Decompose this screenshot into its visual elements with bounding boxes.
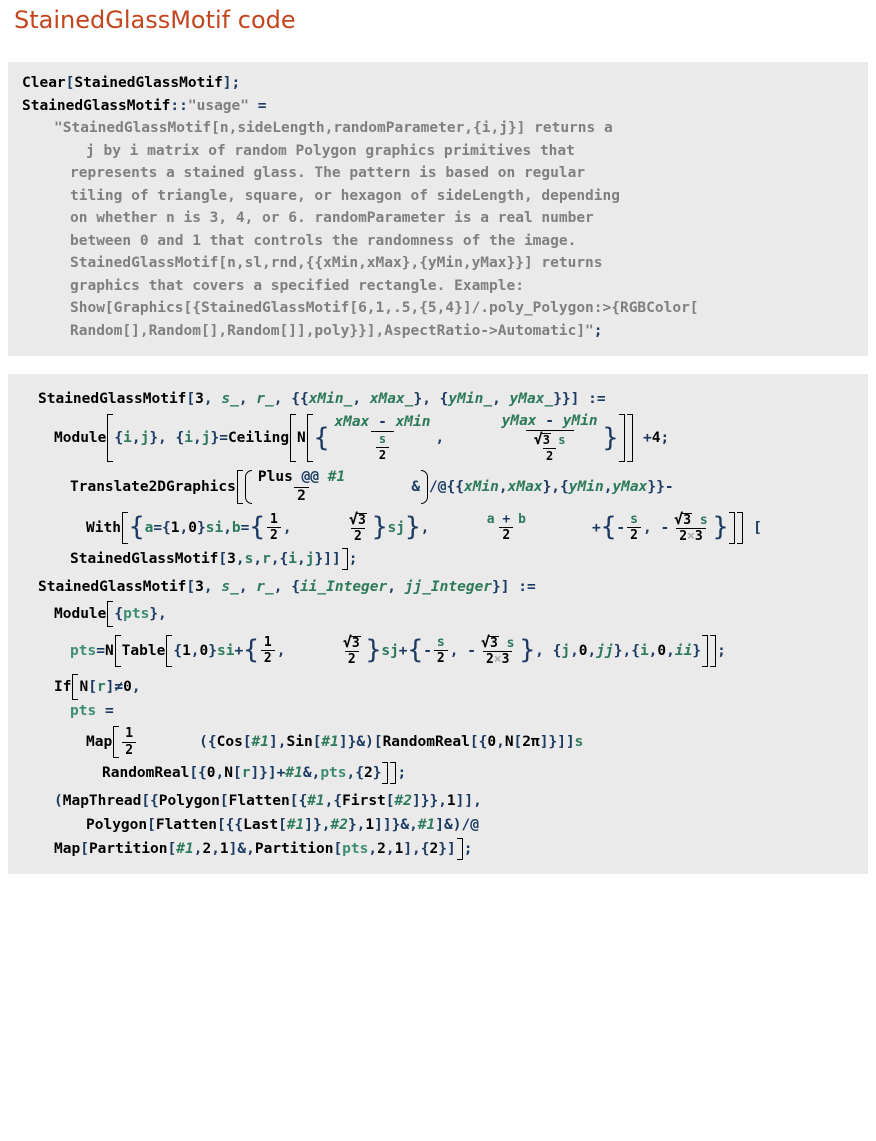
fraction-yrange: yMax - yMin √ 3 s2: [501, 412, 598, 463]
main-definitions-cell[interactable]: StainedGlassMotif[3, s_, r_, {{xMin_, xM…: [8, 374, 868, 875]
bracket-open: [107, 413, 114, 463]
code-line-usage-5: on whether n is 3, 4, or 6. randomParame…: [70, 210, 594, 226]
page-title: StainedGlassMotif code: [14, 6, 296, 34]
usage-definition-cell[interactable]: Clear[StainedGlassMotif]; StainedGlassMo…: [8, 62, 868, 356]
fraction-plus-apply: Plus @@ #1 2: [257, 469, 346, 504]
code-line-usage-10: Random[],Random[],Random[]],poly}}],Aspe…: [70, 322, 603, 339]
code-line-recursive-call: StainedGlassMotif[3, s, r, {i, j}]];: [22, 548, 856, 571]
code-line-map-cos-sin: Map 12 ({Cos[#1], Sin[#1]} &)[RandomReal…: [86, 726, 584, 759]
code-line-def2-lhs: StainedGlassMotif[3, s_, r_, {ii_Integer…: [38, 579, 536, 596]
code-line-module-ceiling: Module{i, j}, {i, j} = Ceiling N{ xMax - …: [54, 412, 670, 463]
code-line-randomreal: RandomReal[{0, N[r]}] + #1 &, pts, {2};: [22, 762, 856, 785]
code-line-module-pts: Module{pts},: [22, 600, 856, 627]
code-line-usage-1: "StainedGlassMotif[n,sideLength,randomPa…: [54, 120, 613, 136]
code-line-usage-4: tiling of triangle, square, or hexagon o…: [70, 187, 620, 204]
code-line-usage-7: StainedGlassMotif[n,sl,rnd,{{xMin,xMax},…: [70, 255, 603, 271]
code-line-usage-2: j by i matrix of random Polygon graphics…: [86, 142, 575, 159]
code-line-usage-6: between 0 and 1 that controls the random…: [70, 232, 577, 249]
code-line-clear: Clear[StainedGlassMotif];: [22, 75, 241, 91]
code-line-pts-assign: pts =: [70, 702, 114, 719]
code-line-usage-assign: StainedGlassMotif::"usage" =: [22, 97, 267, 114]
code-line-usage-3: represents a stained glass. The pattern …: [70, 165, 586, 181]
code-line-pts-table: pts = N Table{1, 0} s i + { 12 , √ 3 2 } s …: [70, 632, 726, 668]
code-line-def1-lhs: StainedGlassMotif[3, s_, r_, {{xMin_, xM…: [38, 391, 606, 407]
fraction-xrange: xMax - xMin s2: [334, 413, 431, 462]
code-line-mapthread-1: (MapThread[{Polygon[Flatten[{#1, {First[…: [54, 793, 482, 810]
code-line-mapthread-2: Polygon[Flatten[{{Last[#1]}, #2}, 1]]} &…: [86, 817, 479, 834]
code-line-if: If N[r] ≠ 0,: [22, 673, 856, 700]
code-line-translate2dgraphics: Translate2DGraphics Plus @@ #1 2 & /@ {{…: [70, 469, 674, 504]
code-line-with: With{a = {1, 0} s i, b = { 12 , √ 3 2 } s …: [86, 509, 762, 545]
code-line-usage-8: graphics that covers a specified rectang…: [70, 277, 524, 294]
code-line-usage-9: Show[Graphics[{StainedGlassMotif[6,1,.5,…: [70, 300, 699, 316]
page-root: StainedGlassMotif code Clear[StainedGlas…: [0, 0, 876, 1141]
code-line-map-partition: Map[Partition[#1, 2, 1] &, Partition[pts…: [22, 838, 856, 861]
